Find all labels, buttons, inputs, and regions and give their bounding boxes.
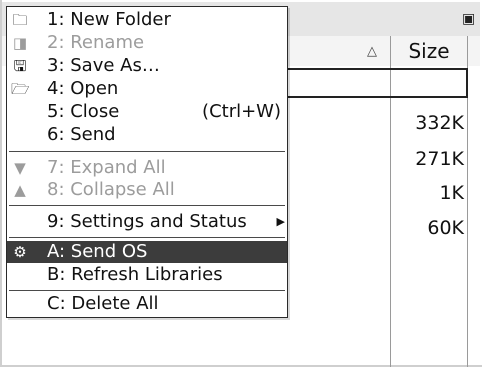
menu-separator: [9, 151, 285, 152]
document-icon: ▣: [462, 11, 476, 27]
size-column-header[interactable]: Size: [392, 36, 466, 66]
menu-item-rename[interactable]: ◨ 2: Rename: [7, 32, 287, 54]
rename-icon: ◨: [12, 34, 28, 52]
collapse-all-icon: ▲: [14, 181, 26, 199]
menu-item-label: 9: Settings and Status: [47, 211, 247, 232]
menu-item-delete-all[interactable]: C: Delete All: [7, 293, 287, 315]
save-as-icon: 🖫: [13, 57, 27, 75]
menu-item-refresh-libraries[interactable]: B: Refresh Libraries: [7, 264, 287, 286]
menu-item-send-os[interactable]: ⚙ A: Send OS: [7, 241, 287, 263]
sort-ascending-icon[interactable]: △: [367, 44, 377, 59]
close-shortcut: (Ctrl+W): [202, 101, 281, 122]
selected-file-row[interactable]: [282, 68, 468, 98]
menu-item-send[interactable]: 6: Send: [7, 124, 287, 146]
file-size-cell: 332K: [415, 112, 464, 134]
new-folder-icon: 🗀: [12, 11, 28, 29]
menu-separator: [9, 237, 285, 238]
menu-item-label: 2: Rename: [47, 32, 145, 53]
open-icon: 🗁: [11, 80, 30, 98]
file-size-cell: 271K: [415, 148, 464, 170]
file-size-cell: 1K: [439, 182, 464, 204]
expand-all-icon: ▼: [14, 159, 26, 177]
menu-item-label: 6: Send: [47, 124, 116, 145]
file-size-cell: 60K: [427, 217, 464, 239]
menu-separator: [9, 205, 285, 206]
menu-item-label: 8: Collapse All: [47, 179, 175, 200]
menu-item-label: 3: Save As…: [47, 55, 160, 76]
menu-item-open[interactable]: 🗁 4: Open: [7, 78, 287, 100]
menu-item-label: 4: Open: [47, 78, 119, 99]
menu-item-save-as[interactable]: 🖫 3: Save As…: [7, 55, 287, 77]
menu-item-label: 5: Close: [47, 101, 120, 122]
menu-item-collapse-all[interactable]: ▲ 8: Collapse All: [7, 179, 287, 201]
menu-item-label: A: Send OS: [47, 241, 148, 262]
menu-item-label: 1: New Folder: [47, 9, 171, 30]
send-os-icon: ⚙: [13, 243, 27, 261]
menu-item-label: B: Refresh Libraries: [47, 264, 223, 285]
menu-item-close[interactable]: 5: Close (Ctrl+W): [7, 101, 287, 123]
menu-item-label: C: Delete All: [47, 293, 159, 314]
context-menu: 🗀 1: New Folder ◨ 2: Rename 🖫 3: Save As…: [6, 6, 288, 318]
menu-item-label: 7: Expand All: [47, 157, 166, 178]
menu-item-settings-and-status[interactable]: 9: Settings and Status ▶: [7, 211, 287, 233]
menu-separator: [9, 290, 285, 291]
menu-item-new-folder[interactable]: 🗀 1: New Folder: [7, 9, 287, 31]
menu-item-expand-all[interactable]: ▼ 7: Expand All: [7, 157, 287, 179]
submenu-arrow-icon: ▶: [276, 215, 285, 228]
